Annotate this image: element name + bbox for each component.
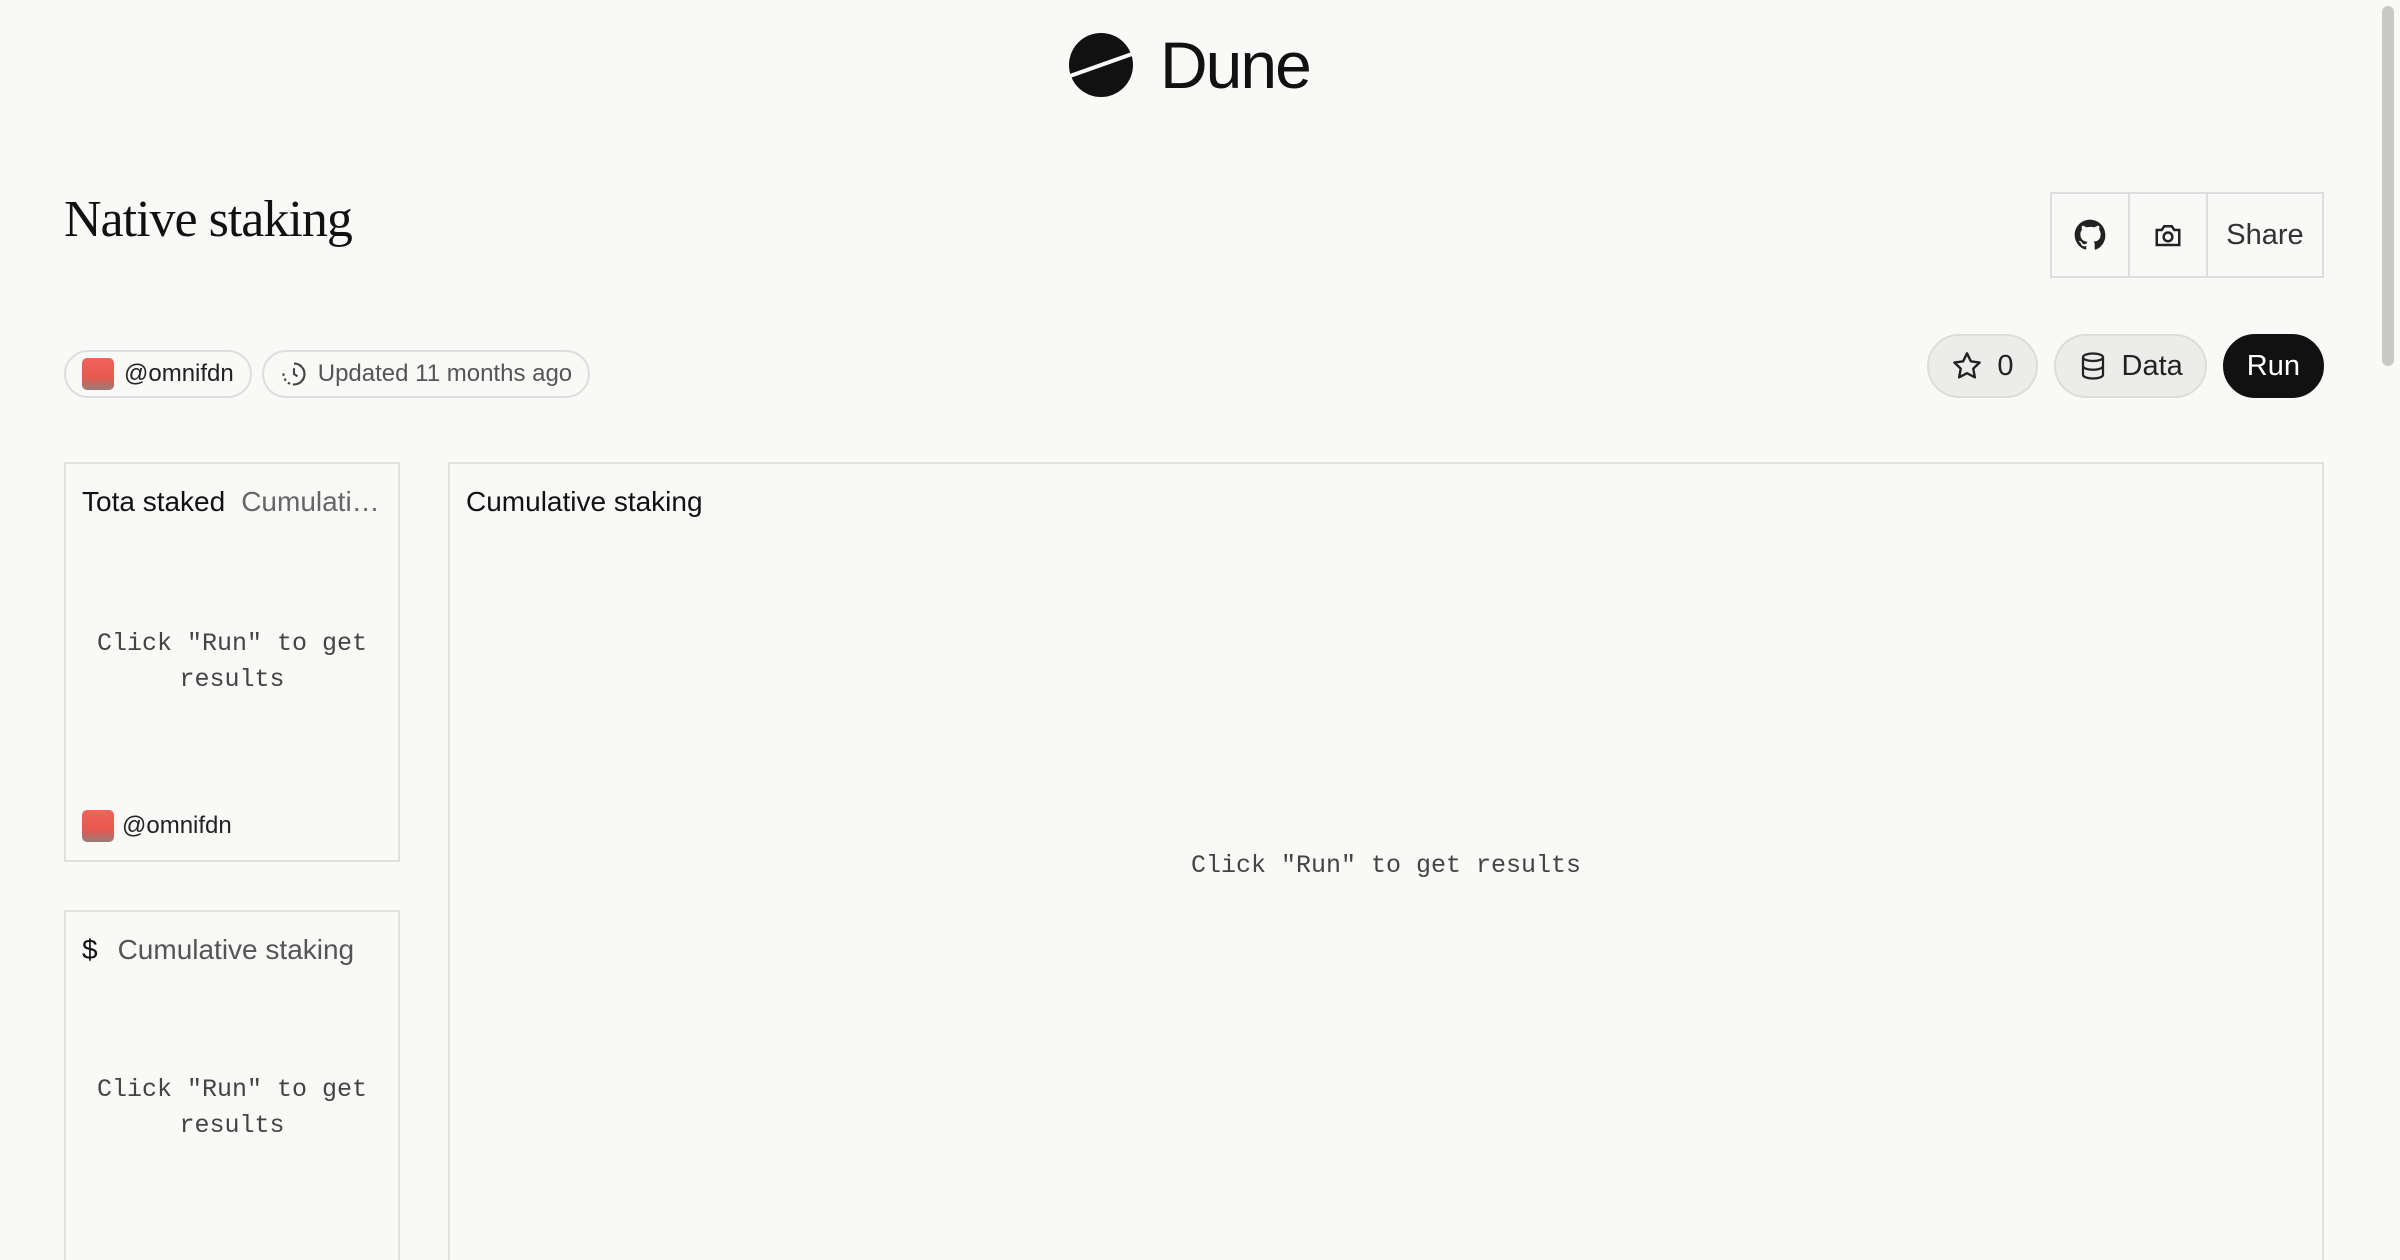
author-name: @omnifdn bbox=[122, 812, 232, 839]
scrollbar-thumb[interactable] bbox=[2382, 6, 2394, 366]
meta-row: @omnifdn Updated 11 months ago bbox=[64, 350, 591, 398]
run-placeholder: Click "Run" to get results bbox=[96, 1075, 368, 1140]
widget-cumulative-staking-chart: Cumulative staking Click "Run" to get re… bbox=[448, 462, 2324, 1260]
star-count: 0 bbox=[1997, 349, 2014, 382]
star-button[interactable]: 0 bbox=[1927, 334, 2038, 398]
dune-logo-icon bbox=[1069, 33, 1133, 97]
avatar bbox=[82, 358, 114, 390]
star-icon bbox=[1953, 352, 1982, 379]
header-actions: Share bbox=[2050, 192, 2324, 278]
card-header: $ Cumulative staking bbox=[82, 934, 388, 966]
brand-name: Dune bbox=[1160, 28, 1312, 102]
card-header: Cumulative staking bbox=[466, 486, 703, 518]
updated-pill: Updated 11 months ago bbox=[261, 350, 591, 398]
data-button[interactable]: Data bbox=[2053, 334, 2207, 398]
card-author[interactable]: @omnifdn bbox=[82, 810, 232, 842]
page-title: Native staking bbox=[64, 191, 353, 248]
card-subtitle: Cumulati… bbox=[241, 486, 380, 517]
widget-cumulative-staking-counter: $ Cumulative staking Click "Run" to get … bbox=[64, 910, 400, 1260]
clock-icon bbox=[282, 362, 306, 386]
github-icon bbox=[2074, 219, 2106, 250]
screenshot-button[interactable] bbox=[2130, 194, 2208, 276]
card-title: Cumulative staking bbox=[466, 486, 703, 517]
camera-icon bbox=[2155, 225, 2181, 247]
widget-total-staked: Tota staked Cumulati… Click "Run" to get… bbox=[64, 462, 400, 862]
scrollbar[interactable] bbox=[2374, 0, 2400, 1260]
database-icon bbox=[2081, 352, 2104, 380]
run-placeholder: Click "Run" to get results bbox=[1190, 851, 1582, 880]
dollar-icon: $ bbox=[82, 934, 98, 965]
data-label: Data bbox=[2121, 349, 2183, 382]
author-pill[interactable]: @omnifdn bbox=[64, 350, 252, 398]
share-button[interactable]: Share bbox=[2208, 194, 2322, 276]
dune-logo[interactable]: Dune bbox=[1068, 28, 1312, 102]
github-button[interactable] bbox=[2052, 194, 2130, 276]
toolbar: 0 Data Run bbox=[1927, 334, 2324, 398]
updated-text: Updated 11 months ago bbox=[317, 360, 573, 387]
run-button[interactable]: Run bbox=[2222, 334, 2324, 398]
card-header: Tota staked Cumulati… bbox=[82, 486, 388, 518]
run-placeholder: Click "Run" to get results bbox=[96, 629, 368, 694]
card-title: Tota staked bbox=[82, 486, 226, 517]
avatar bbox=[82, 810, 114, 842]
card-title: Cumulative staking bbox=[117, 934, 355, 965]
author-name: @omnifdn bbox=[124, 360, 234, 387]
